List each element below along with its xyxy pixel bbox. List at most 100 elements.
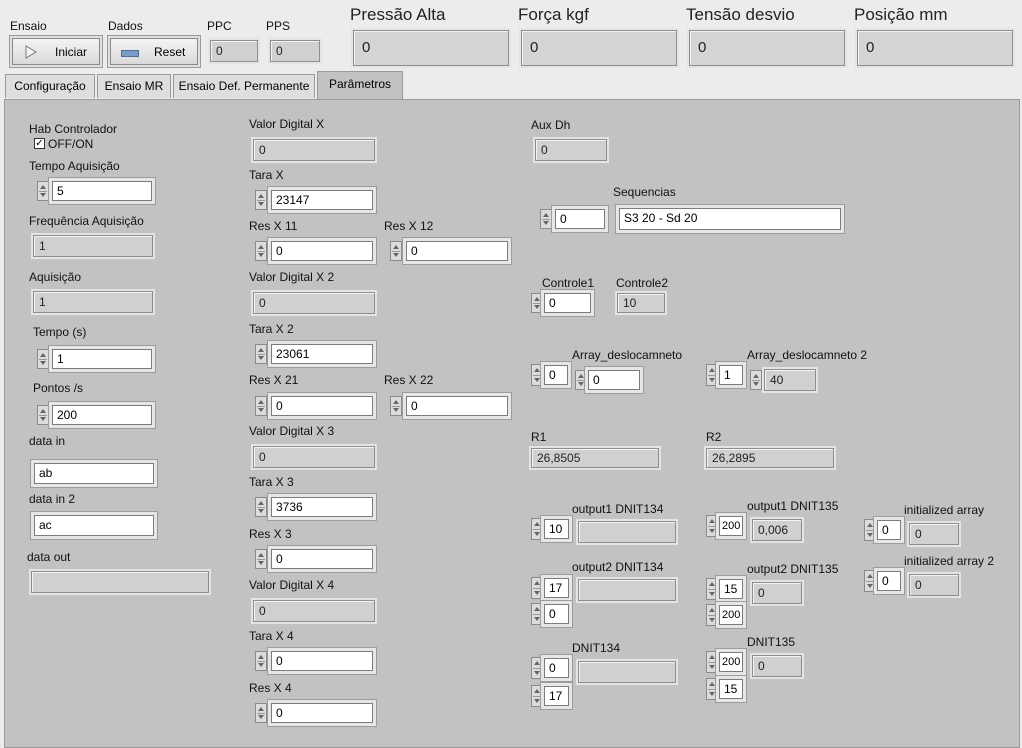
ensaio-label: Ensaio [10, 19, 47, 33]
tempo-s-spinner[interactable] [37, 349, 49, 369]
output1-dnit135-index-input[interactable]: 200 [719, 516, 743, 536]
output2-dnit135-index1-spinner[interactable] [706, 578, 718, 600]
array-deslocamneto-spinner[interactable] [575, 370, 587, 390]
array-deslocamneto-index-spinner[interactable] [531, 364, 543, 386]
res-x-21-spinner[interactable] [255, 396, 267, 416]
tara-x4-input[interactable]: 0 [271, 651, 373, 671]
data-in-label: data in [29, 434, 66, 448]
sequencias-index-spinner[interactable] [540, 209, 552, 229]
output2-dnit135-index2-input[interactable]: 200 [719, 605, 743, 625]
output2-dnit134-index2-input[interactable]: 0 [544, 604, 569, 624]
data-in-2-input[interactable]: ac [34, 515, 154, 536]
forca-indicator: 0 [521, 30, 677, 66]
r2-indicator: 26,2895 [706, 448, 834, 468]
dnit134-index2-input[interactable]: 17 [544, 686, 569, 706]
tara-x2-spinner[interactable] [255, 344, 267, 364]
dnit135-index1-input[interactable]: 200 [719, 652, 743, 672]
tab-ensaio-def-permanente[interactable]: Ensaio Def. Permanente [173, 74, 315, 98]
tara-x2-input[interactable]: 23061 [271, 344, 373, 364]
res-x-11-input[interactable]: 0 [271, 241, 373, 261]
output1-dnit134-index-spinner[interactable] [531, 518, 543, 540]
reset-button[interactable]: Reset [110, 38, 198, 65]
tara-x-input[interactable]: 23147 [271, 190, 373, 210]
res-x-22-spinner[interactable] [390, 396, 402, 416]
pps-indicator: 0 [270, 40, 320, 62]
pps-label: PPS [266, 19, 291, 33]
valor-digital-x4-indicator: 0 [253, 600, 375, 622]
res-x-22-input[interactable]: 0 [406, 396, 508, 416]
output2-dnit135-index1-input[interactable]: 15 [719, 579, 743, 599]
res-x-12-spinner[interactable] [390, 241, 402, 261]
dnit135-index2-spinner[interactable] [706, 678, 718, 700]
tara-x-label: Tara X [249, 168, 284, 182]
hab-controlador-label: Hab Controlador [29, 122, 118, 136]
array-deslocamneto-2-spinner[interactable] [750, 370, 762, 390]
tara-x2-label: Tara X 2 [249, 322, 294, 336]
array-deslocamneto-index-input[interactable]: 0 [544, 365, 568, 385]
tara-x3-label: Tara X 3 [249, 475, 294, 489]
controle2-label: Controle2 [616, 276, 669, 290]
res-x-11-spinner[interactable] [255, 241, 267, 261]
res-x-3-input[interactable]: 0 [271, 549, 373, 569]
dnit134-index1-spinner[interactable] [531, 657, 543, 679]
hab-controlador-checkbox[interactable]: ✓ [34, 138, 45, 149]
controle1-spinner[interactable] [531, 293, 543, 313]
res-x-4-input[interactable]: 0 [271, 703, 373, 723]
aux-dh-label: Aux Dh [531, 118, 571, 132]
array-deslocamneto-2-index-input[interactable]: 1 [719, 365, 743, 385]
iniciar-button[interactable]: Iniciar [12, 38, 100, 65]
dnit135-index1-spinner[interactable] [706, 651, 718, 673]
res-x-21-input[interactable]: 0 [271, 396, 373, 416]
array-deslocamneto-2-indicator: 40 [764, 369, 816, 391]
tara-x3-input[interactable]: 3736 [271, 497, 373, 517]
tempo-aquisicao-input[interactable]: 5 [52, 181, 152, 201]
output2-dnit134-index1-spinner[interactable] [531, 577, 543, 599]
parametros-panel [4, 99, 1020, 748]
output2-dnit134-index2-spinner[interactable] [531, 603, 543, 625]
controle1-label: Controle1 [542, 276, 595, 290]
tara-x4-label: Tara X 4 [249, 629, 294, 643]
sequencias-index-input[interactable]: 0 [555, 209, 605, 229]
res-x-12-input[interactable]: 0 [406, 241, 508, 261]
initialized-array-2-index-input[interactable]: 0 [877, 571, 901, 591]
res-x-21-label: Res X 21 [249, 373, 299, 387]
output2-dnit135-index2-spinner[interactable] [706, 604, 718, 626]
tara-x-spinner[interactable] [255, 190, 267, 210]
dnit134-index2-spinner[interactable] [531, 685, 543, 707]
tara-x3-spinner[interactable] [255, 497, 267, 517]
iniciar-button-label: Iniciar [55, 45, 88, 59]
tempo-aquisicao-label: Tempo Aquisição [29, 159, 120, 173]
initialized-array-label: initialized array [904, 503, 985, 517]
array-deslocamneto-input[interactable]: 0 [588, 370, 640, 390]
res-x-3-spinner[interactable] [255, 549, 267, 569]
tab-parametros[interactable]: Parâmetros [317, 71, 403, 99]
initialized-array-indicator: 0 [909, 523, 959, 545]
res-x-4-spinner[interactable] [255, 703, 267, 723]
valor-digital-x2-indicator: 0 [253, 292, 375, 314]
pontos-input[interactable]: 200 [52, 405, 152, 425]
initialized-array-index-input[interactable]: 0 [877, 520, 901, 540]
tempo-aquisicao-spinner[interactable] [37, 181, 49, 201]
controle1-input[interactable]: 0 [544, 293, 591, 313]
aquisicao-indicator: 1 [33, 291, 153, 313]
tara-x4-spinner[interactable] [255, 651, 267, 671]
initialized-array-index-spinner[interactable] [864, 519, 876, 541]
dnit134-index1-input[interactable]: 0 [544, 658, 569, 678]
output2-dnit134-index1-input[interactable]: 17 [544, 578, 569, 598]
output1-dnit134-index-input[interactable]: 10 [544, 519, 569, 539]
data-out-indicator [31, 571, 209, 593]
initialized-array-2-index-spinner[interactable] [864, 570, 876, 592]
tab-ensaio-mr[interactable]: Ensaio MR [97, 74, 171, 98]
tab-configuracao[interactable]: Configuração [5, 74, 95, 98]
tempo-s-label: Tempo (s) [33, 325, 87, 339]
tempo-s-input[interactable]: 1 [52, 349, 152, 369]
dnit135-index2-input[interactable]: 15 [719, 679, 743, 699]
tensao-indicator: 0 [689, 30, 845, 66]
aquisicao-label: Aquisição [29, 270, 82, 284]
array-deslocamneto-2-index-spinner[interactable] [706, 364, 718, 386]
data-in-input[interactable]: ab [34, 463, 154, 484]
output2-dnit134-label: output2 DNIT134 [572, 560, 664, 574]
pontos-spinner[interactable] [37, 405, 49, 425]
sequencias-input[interactable]: S3 20 - Sd 20 [619, 208, 841, 230]
output1-dnit135-index-spinner[interactable] [706, 515, 718, 537]
